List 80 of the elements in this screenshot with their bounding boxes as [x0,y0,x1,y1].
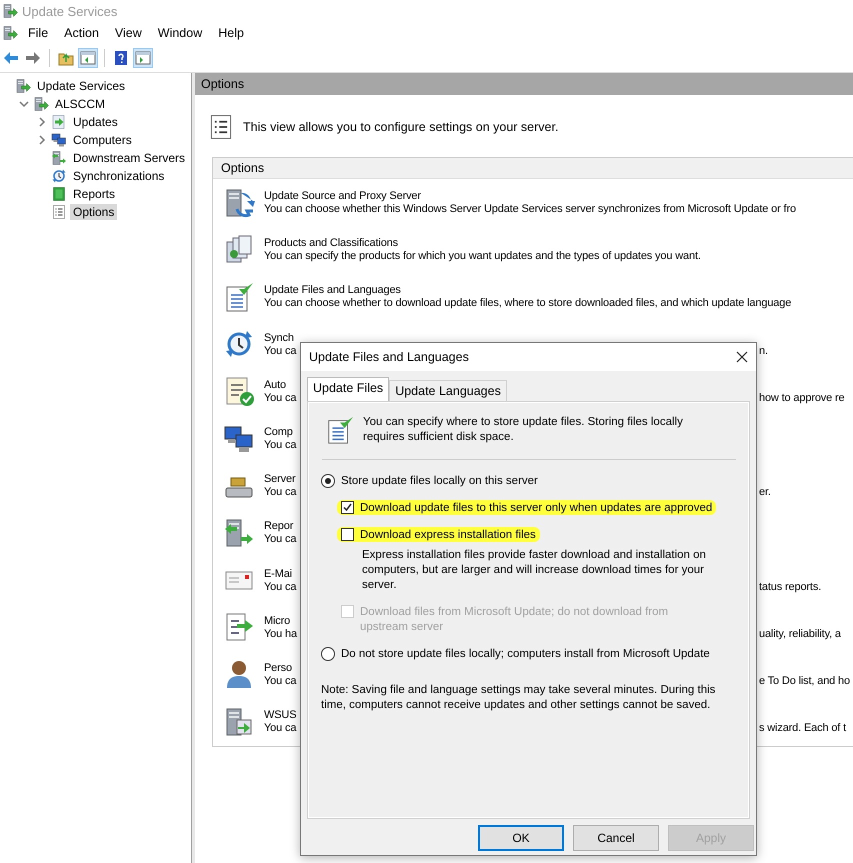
option-description: You ha [264,628,298,640]
option-title[interactable]: Perso [264,662,300,674]
option-label: Store update files locally on this server [341,475,538,487]
option-description: n. [759,344,768,357]
close-icon[interactable] [736,351,748,363]
option-description: tatus reports. [759,580,822,593]
dialog-button[interactable]: OK [478,825,564,851]
server-arrows-icon [223,516,255,549]
server-arrow-icon [2,3,18,19]
checkbox[interactable] [341,528,354,541]
option-description: You ca [264,486,298,498]
option-description: You ca [264,392,298,404]
option-title[interactable]: Synch [264,332,300,344]
option-title[interactable]: Products and Classifications [264,237,701,250]
option-description: You can specify the products for which you want updates and the types of updates you want. [264,250,701,262]
option-title[interactable]: E-Mai [264,568,300,580]
menu-item[interactable]: Window [152,24,208,42]
computers-icon [51,132,67,148]
tree-item[interactable]: Options [70,204,118,220]
tree-item[interactable]: ALSCCM [52,96,108,112]
help-icon[interactable] [112,49,130,67]
tree-item[interactable]: Computers [70,132,135,148]
checkbox[interactable] [341,501,354,514]
menu-item[interactable]: Help [212,24,250,42]
option-title[interactable]: WSUS [264,709,300,722]
option-description: You ca [264,439,298,452]
option-label: Download files from Microsoft Update; do not download from upstream server [360,605,670,635]
option-description: You ca [264,722,298,734]
dialog-title: Update Files and Languages [309,350,469,364]
option-description: You can choose whether to download update files, where to store downloaded files, and which update language [264,297,792,310]
option-title[interactable]: Server [264,473,300,486]
server-arrow-icon [33,96,49,112]
dialog-button[interactable]: Cancel [573,825,659,851]
option-label: Download express installation files [360,528,536,540]
tree-item[interactable]: Synchronizations [70,168,168,184]
tree-item[interactable]: Downstream Servers [70,150,188,166]
radio-button[interactable] [321,474,335,488]
action-pane-icon[interactable] [134,49,152,67]
window-title: Update Services [22,4,118,18]
option-title[interactable]: Update Files and Languages [264,284,792,296]
option-label: Download update files to this server only when updates are approved [360,502,712,514]
note-text: Note: Saving file and language settings may take several minutes. During this time, computers cannot receive updates and other settings cannot be saved. [321,683,716,713]
option-description: how to approve re [759,392,845,404]
book-icon [51,186,67,202]
tree-item[interactable]: Update Services [34,78,128,94]
list-icon [51,204,67,220]
option-title[interactable]: Auto [264,378,300,391]
menu-item[interactable]: View [108,24,148,42]
tree-item[interactable]: Reports [70,186,118,202]
option-title[interactable]: Repor [264,520,300,532]
tab[interactable]: Update Languages [389,380,507,401]
section-header: Options [213,158,853,179]
radio-button[interactable] [321,647,335,661]
option-description: You ca [264,533,298,546]
server-arrow-icon [15,78,31,94]
tree-item[interactable]: Updates [70,114,121,130]
option-description: er. [759,486,771,498]
server-arrows-icon [51,150,67,166]
option-description: s wizard. Each of t [759,722,846,734]
option-description: You can choose whether this Windows Server Update Services server synchronizes from Microsoft Update or fro [264,203,796,216]
option-title[interactable]: Micro [264,614,300,627]
pane-toggle-icon[interactable] [79,49,97,67]
option-description: You ca [264,580,298,593]
pane-header: Options [195,73,853,95]
forward-arrow-icon[interactable] [24,49,42,67]
option-description: Express installation files provide faster download and installation on computers, but are larger and will increase download times for your server. [361,548,707,593]
server-arrow-icon [2,25,18,41]
sync-icon [51,168,67,184]
dialog-intro: You can specify where to store update files. Storing files locally requires sufficient disk space. [363,415,684,445]
option-description: e To Do list, and ho [759,674,850,687]
pane-intro: This view allows you to configure settings on your server. [243,120,558,134]
tab[interactable]: Update Files [307,377,390,401]
option-title[interactable]: Update Source and Proxy Server [264,190,796,202]
menu-item[interactable]: Action [58,24,105,42]
option-description: uality, reliability, a [759,628,841,640]
option-label: Do not store update files locally; computers install from Microsoft Update [341,648,710,660]
option-description: You ca [264,344,298,357]
option-description: You ca [264,674,298,687]
option-title[interactable]: Comp [264,426,300,438]
menu-item[interactable]: File [22,24,54,42]
